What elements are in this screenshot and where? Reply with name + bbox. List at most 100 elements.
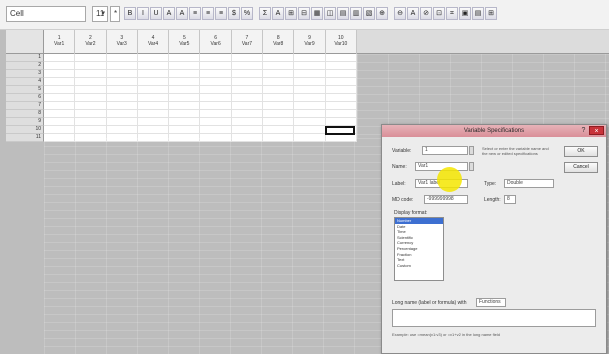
row-header[interactable]: 2	[6, 62, 44, 70]
grid-cell[interactable]	[106, 126, 138, 134]
grid-cell[interactable]	[231, 102, 264, 110]
grid-cell[interactable]	[294, 54, 326, 62]
grid-cell[interactable]	[137, 94, 170, 102]
toolbar-button[interactable]: ⊡	[433, 7, 445, 20]
md-code-field[interactable]: -999999998	[424, 195, 468, 204]
grid-cell[interactable]	[200, 54, 232, 62]
column-header[interactable]: 5 Var5	[169, 30, 201, 54]
toolbar-button[interactable]: ⊘	[420, 7, 432, 20]
active-cell[interactable]	[325, 126, 355, 135]
grid-cell[interactable]	[75, 86, 107, 94]
column-header[interactable]: 4 Var4	[138, 30, 170, 54]
grid-cell[interactable]	[169, 70, 201, 78]
column-header[interactable]: 6 Var6	[200, 30, 232, 54]
grid-cell[interactable]	[44, 110, 76, 118]
grid-cell[interactable]	[200, 126, 232, 134]
toolbar-button[interactable]: ▥	[350, 7, 362, 20]
row-header[interactable]: 1	[6, 54, 44, 62]
grid-cell[interactable]	[44, 86, 76, 94]
grid-cell[interactable]	[231, 126, 264, 134]
grid-cell[interactable]	[137, 110, 170, 118]
grid-cell[interactable]	[200, 118, 232, 126]
grid-cell[interactable]	[44, 78, 76, 86]
column-header[interactable]: 10 Var10	[326, 30, 357, 54]
style-dropdown[interactable]: *	[110, 6, 120, 22]
toolbar-button[interactable]: B	[124, 7, 136, 20]
toolbar-button[interactable]: U	[150, 7, 162, 20]
row-header[interactable]: 5	[6, 86, 44, 94]
cancel-button[interactable]: Cancel	[564, 162, 598, 173]
grid-cell[interactable]	[106, 54, 138, 62]
grid-cell[interactable]	[294, 86, 326, 94]
row-header[interactable]: 7	[6, 102, 44, 110]
column-header[interactable]: 8 Var8	[263, 30, 295, 54]
grid-cell[interactable]	[263, 118, 295, 126]
toolbar-button[interactable]: ▤	[472, 7, 484, 20]
grid-cell[interactable]	[106, 118, 138, 126]
grid-cell[interactable]	[75, 118, 107, 126]
grid-cell[interactable]	[294, 78, 326, 86]
display-format-list[interactable]: Number Date Time Scientific Currency Percenta…	[394, 217, 444, 281]
column-header[interactable]: 9 Var9	[294, 30, 326, 54]
ok-button[interactable]: OK	[564, 146, 598, 157]
variable-index-field[interactable]: 1	[422, 146, 468, 155]
grid-cell[interactable]	[44, 62, 76, 70]
grid-cell[interactable]	[169, 118, 201, 126]
toolbar-button[interactable]: I	[137, 7, 149, 20]
grid-cell[interactable]	[231, 54, 264, 62]
row-header[interactable]: 9	[6, 118, 44, 126]
grid-cell[interactable]	[263, 110, 295, 118]
grid-cell[interactable]	[200, 102, 232, 110]
grid-cell[interactable]	[169, 94, 201, 102]
grid-cell[interactable]	[169, 78, 201, 86]
toolbar-button[interactable]: ⊞	[485, 7, 497, 20]
grid-cell[interactable]	[169, 102, 201, 110]
grid-cell[interactable]	[231, 78, 264, 86]
row-header[interactable]: 8	[6, 110, 44, 118]
grid-cell[interactable]	[137, 70, 170, 78]
column-header[interactable]: 2 Var2	[75, 30, 107, 54]
toolbar-button[interactable]: ≡	[215, 7, 227, 20]
grid-cell[interactable]	[294, 102, 326, 110]
grid-cell[interactable]	[137, 62, 170, 70]
grid-cell[interactable]	[137, 86, 170, 94]
grid-cell[interactable]	[294, 126, 326, 134]
grid-cell[interactable]	[106, 78, 138, 86]
grid-cell[interactable]	[75, 62, 107, 70]
grid-cell[interactable]	[231, 70, 264, 78]
toolbar-button[interactable]: ⊖	[394, 7, 406, 20]
grid-cell[interactable]	[75, 126, 107, 134]
grid-cell[interactable]	[137, 54, 170, 62]
grid-cell[interactable]	[263, 54, 295, 62]
column-header[interactable]: 7 Var7	[232, 30, 264, 54]
grid-cell[interactable]	[294, 70, 326, 78]
grid-cell[interactable]	[75, 110, 107, 118]
long-name-input[interactable]	[392, 309, 596, 327]
toolbar-button[interactable]: ▣	[459, 7, 471, 20]
grid-cell[interactable]	[263, 102, 295, 110]
toolbar-button[interactable]: A	[272, 7, 284, 20]
grid-cell[interactable]	[106, 70, 138, 78]
grid-cell[interactable]	[294, 62, 326, 70]
grid-cell[interactable]	[169, 110, 201, 118]
grid-cell[interactable]	[325, 102, 357, 110]
type-select[interactable]: Double	[504, 179, 554, 188]
name-box[interactable]: Cell	[6, 6, 86, 22]
help-icon[interactable]: ?	[579, 126, 588, 135]
grid-cell[interactable]	[44, 70, 76, 78]
toolbar-button[interactable]: ▦	[311, 7, 323, 20]
toolbar-button[interactable]: ▧	[363, 7, 375, 20]
toolbar-button[interactable]: ▤	[337, 7, 349, 20]
grid-cell[interactable]	[231, 94, 264, 102]
select-all-corner[interactable]	[6, 30, 44, 54]
grid-cell[interactable]	[106, 94, 138, 102]
grid-cell[interactable]	[263, 62, 295, 70]
grid-cell[interactable]	[263, 78, 295, 86]
grid-cell[interactable]	[325, 110, 357, 118]
toolbar-button[interactable]: $	[228, 7, 240, 20]
grid-cell[interactable]	[325, 86, 357, 94]
grid-cell[interactable]	[231, 86, 264, 94]
grid-cell[interactable]	[169, 86, 201, 94]
grid-cell[interactable]	[200, 70, 232, 78]
toolbar-button[interactable]: ⊕	[376, 7, 388, 20]
